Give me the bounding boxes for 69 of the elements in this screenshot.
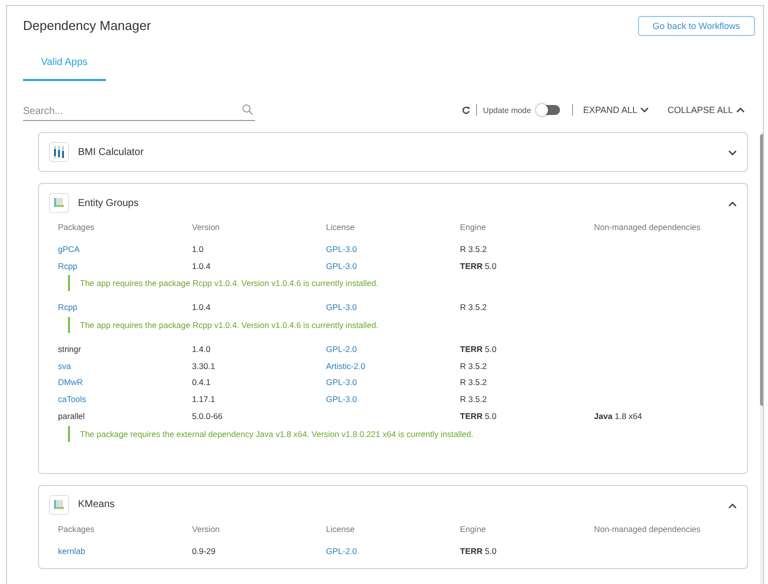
expand-icon [728,150,737,156]
chart-icon [49,193,69,213]
engine-text: TERR 5.0 [460,343,498,356]
engine-text: TERR 5.0 [460,260,498,273]
warning-note: The app requires the package Rcpp v1.0.4. Version v1.0.4.6 is currently installed. [80,320,378,330]
column-header: Packages [58,524,96,536]
package-link[interactable]: caTools [58,392,192,409]
license-link[interactable]: GPL-3.0 [326,242,460,259]
chart-icon [49,494,69,514]
license-link[interactable]: GPL-3.0 [326,375,460,392]
app-name: KMeans [78,499,116,510]
column-header: Version [192,222,221,234]
engine-text: R 3.5.2 [460,360,488,373]
warning-note: The package requires the external dependency Java v1.8 x64. Version v1.8.0.221 x64 is currently installed. [80,428,474,438]
package-link[interactable]: sva [58,358,192,376]
version-text: 1.17.1 [192,393,216,406]
back-button[interactable]: Go back to Workflows [638,16,755,36]
column-header: Non-managed dependencies [594,222,702,234]
license-link[interactable]: Artistic-2.0 [326,358,460,376]
engine-text: R 3.5.2 [460,393,488,406]
search-icon [242,104,253,115]
engine-text: R 3.5.2 [460,243,488,256]
package-name: stringr [58,343,82,356]
version-text: 0.9-29 [192,544,217,558]
package-link[interactable]: Rcpp [58,300,192,318]
column-header: Engine [460,524,487,536]
engine-text: TERR 5.0 [460,544,498,558]
version-text: 1.0 [192,243,205,256]
package-link[interactable]: Rcpp [58,258,192,276]
column-header: Non-managed dependencies [594,524,702,536]
collapse-icon [728,201,737,207]
license-link[interactable]: GPL-2.0 [326,342,460,359]
column-header: License [326,222,356,234]
refresh-icon[interactable] [462,106,470,114]
column-header: Engine [460,222,487,234]
version-text: 0.4.1 [192,376,212,390]
collapse-all-button[interactable]: COLLAPSE ALL [667,105,745,115]
app-name: BMI Calculator [78,146,145,158]
update-mode-label: Update mode [483,106,532,114]
app-name: Entity Groups [78,198,140,208]
version-text: 1.0.4 [192,301,212,314]
package-link[interactable]: kernlab [58,544,192,560]
version-text: 1.0.4 [192,260,212,273]
engine-text: R 3.5.2 [460,376,488,390]
license-link[interactable]: GPL-2.0 [326,544,460,560]
version-text: 5.0.0-66 [192,410,224,423]
package-link[interactable]: gPCA [58,242,192,259]
version-text: 1.4.0 [192,343,212,356]
bar-chart-icon [49,142,69,162]
column-header: License [326,524,356,536]
package-link[interactable]: DMwR [58,375,192,392]
engine-text: TERR 5.0 [460,410,498,423]
engine-text: R 3.5.2 [460,301,488,314]
tab[interactable]: Valid Apps [23,50,106,81]
dependency-text: Java 1.8 x64 [594,410,643,423]
license-link[interactable]: GPL-3.0 [326,300,460,318]
column-header: Packages [58,222,96,234]
page-title: Dependency Manager [23,18,151,32]
collapse-icon [728,502,737,508]
warning-note: The app requires the package Rcpp v1.0.4. Version v1.0.4.6 is currently installed. [80,278,378,288]
expand-all-button[interactable]: EXPAND ALL [583,105,650,115]
column-header: Version [192,524,221,536]
version-text: 3.30.1 [192,360,216,373]
chevron-down-icon [640,107,650,113]
chevron-up-icon [736,107,745,113]
update-mode-toggle[interactable] [537,105,560,115]
package-name: parallel [58,410,86,423]
license-link[interactable]: GPL-3.0 [326,392,460,409]
license-link[interactable]: GPL-3.0 [326,258,460,276]
